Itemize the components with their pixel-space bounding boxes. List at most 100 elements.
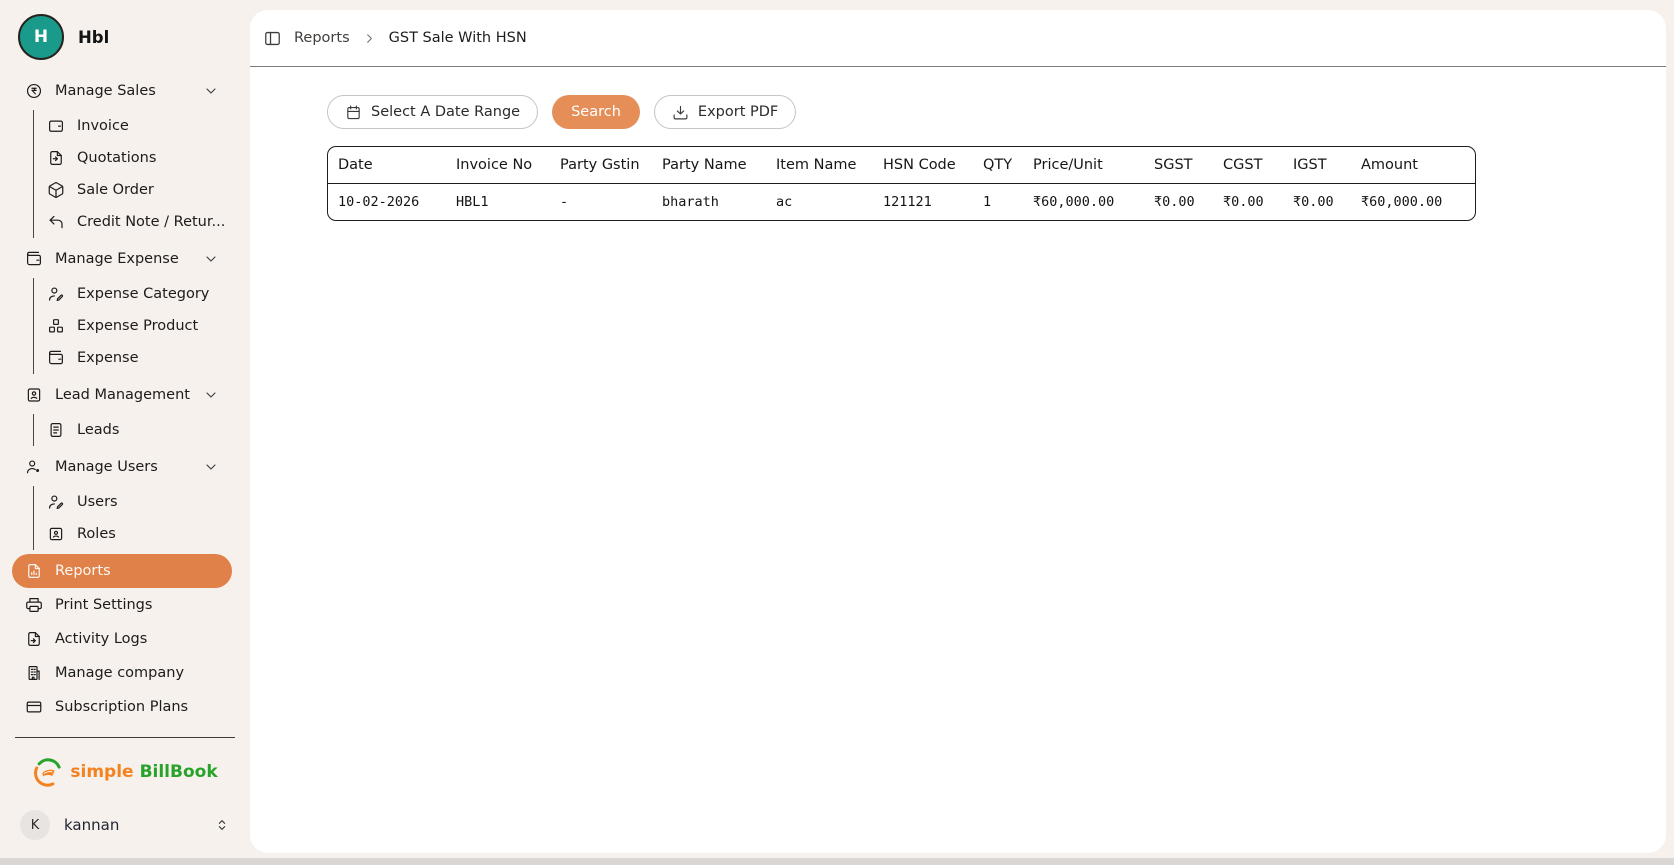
calendar-icon <box>345 104 362 121</box>
sidebar-item-label: Manage Users <box>55 459 158 475</box>
column-header-price-unit: Price/Unit <box>1023 147 1144 184</box>
chevron-down-icon <box>203 459 219 475</box>
cell-invoice-no: HBL1 <box>446 184 550 220</box>
boxes-icon <box>47 317 65 335</box>
breadcrumb-page-title: GST Sale With HSN <box>389 30 527 46</box>
sidebar-item-sale-order[interactable]: Sale Order <box>34 174 232 206</box>
sidebar-item-label: Quotations <box>77 150 156 166</box>
cell-party-name: bharath <box>652 184 766 220</box>
company-avatar[interactable]: H <box>18 14 64 60</box>
breadcrumb-section[interactable]: Reports <box>294 30 350 46</box>
column-header-invoice-no: Invoice No <box>446 147 550 184</box>
window-bottom-edge <box>0 858 1674 865</box>
column-header-igst: IGST <box>1283 147 1351 184</box>
sidebar-item-manage-sales[interactable]: Manage Sales <box>12 74 232 108</box>
credit-card-icon <box>25 698 43 716</box>
printer-icon <box>25 596 43 614</box>
sidebar-item-subscription-plans[interactable]: Subscription Plans <box>12 690 232 724</box>
sidebar-item-expense-category[interactable]: Expense Category <box>34 278 232 310</box>
sidebar-item-manage-expense[interactable]: Manage Expense <box>12 242 232 276</box>
sidebar-item-label: Reports <box>55 563 111 579</box>
cell-sgst: ₹0.00 <box>1144 184 1213 220</box>
sidebar-item-label: Subscription Plans <box>55 699 188 715</box>
lead-management-submenu: Leads <box>33 414 232 446</box>
users-icon <box>25 458 43 476</box>
sidebar-item-label: Manage Expense <box>55 251 179 267</box>
cell-party-gstin: - <box>550 184 652 220</box>
sidebar-item-leads[interactable]: Leads <box>34 414 232 446</box>
sidebar-item-print-settings[interactable]: Print Settings <box>12 588 232 622</box>
sidebar-item-expense-product[interactable]: Expense Product <box>34 310 232 342</box>
sidebar-divider <box>15 737 235 738</box>
export-pdf-button-label: Export PDF <box>698 104 778 120</box>
cell-item-name: ac <box>766 184 873 220</box>
table-header-row: Date Invoice No Party Gstin Party Name I… <box>328 147 1475 184</box>
date-range-button-label: Select A Date Range <box>371 104 520 120</box>
logo-word-billbook: BillBook <box>140 762 218 782</box>
chevron-down-icon <box>203 83 219 99</box>
sidebar-item-label: Credit Note / Retur... <box>77 214 225 230</box>
sidebar-item-label: Expense Product <box>77 318 198 334</box>
sidebar-item-lead-management[interactable]: Lead Management <box>12 378 232 412</box>
sidebar-item-activity-logs[interactable]: Activity Logs <box>12 622 232 656</box>
notebook-icon <box>47 421 65 439</box>
sidebar-item-manage-users[interactable]: Manage Users <box>12 450 232 484</box>
cell-hsn-code: 121121 <box>873 184 973 220</box>
chevron-down-icon <box>203 251 219 267</box>
chevrons-up-down-icon <box>214 817 230 833</box>
cell-price-unit: ₹60,000.00 <box>1023 184 1144 220</box>
invoice-wallet-icon <box>47 117 65 135</box>
cell-cgst: ₹0.00 <box>1213 184 1283 220</box>
sidebar-item-label: Expense <box>77 350 139 366</box>
brand: H Hbl <box>0 14 250 60</box>
user-initial: K <box>31 818 40 833</box>
sidebar-item-invoice[interactable]: Invoice <box>34 110 232 142</box>
manage-users-submenu: Users Roles <box>33 486 232 550</box>
column-header-party-gstin: Party Gstin <box>550 147 652 184</box>
sidebar-item-credit-note[interactable]: Credit Note / Retur... <box>34 206 232 238</box>
simplebillbook-logo-icon <box>32 756 64 788</box>
return-arrow-icon <box>47 213 65 231</box>
simplebillbook-logo: simpleBillBook <box>0 756 250 788</box>
sidebar-item-label: Sale Order <box>77 182 154 198</box>
column-header-amount: Amount <box>1351 147 1475 184</box>
search-button[interactable]: Search <box>552 95 640 129</box>
column-header-hsn-code: HSN Code <box>873 147 973 184</box>
column-header-item-name: Item Name <box>766 147 873 184</box>
sidebar-item-expense[interactable]: Expense <box>34 342 232 374</box>
package-icon <box>47 181 65 199</box>
sidebar-item-label: Users <box>77 494 118 510</box>
chevron-down-icon <box>203 387 219 403</box>
quotation-file-icon <box>47 149 65 167</box>
main-content-card: Reports GST Sale With HSN Select A Date … <box>250 10 1666 853</box>
manage-sales-submenu: Invoice Quotations Sale Order Credit Not… <box>33 110 232 238</box>
column-header-cgst: CGST <box>1213 147 1283 184</box>
wallet-icon <box>25 250 43 268</box>
sidebar-item-quotations[interactable]: Quotations <box>34 142 232 174</box>
manage-expense-submenu: Expense Category Expense Product Expense <box>33 278 232 374</box>
sidebar-item-manage-company[interactable]: Manage company <box>12 656 232 690</box>
sidebar-nav: Manage Sales Invoice Quotations Sale Ord… <box>0 74 250 724</box>
table-row: 10-02-2026 HBL1 - bharath ac 121121 1 ₹6… <box>328 184 1475 220</box>
date-range-button[interactable]: Select A Date Range <box>327 95 538 129</box>
id-card-icon <box>47 525 65 543</box>
sidebar-item-users[interactable]: Users <box>34 486 232 518</box>
user-menu[interactable]: K kannan <box>0 810 250 842</box>
search-button-label: Search <box>571 104 621 120</box>
sidebar-item-label: Roles <box>77 526 116 542</box>
user-pen-icon <box>47 493 65 511</box>
report-file-icon <box>25 562 43 580</box>
breadcrumb: Reports GST Sale With HSN <box>250 10 1666 67</box>
company-initial: H <box>34 27 48 47</box>
brand-name: Hbl <box>78 28 109 47</box>
chevron-right-icon <box>362 31 377 46</box>
export-pdf-button[interactable]: Export PDF <box>654 95 796 129</box>
sidebar-item-label: Manage Sales <box>55 83 156 99</box>
cell-qty: 1 <box>973 184 1023 220</box>
sidebar-item-roles[interactable]: Roles <box>34 518 232 550</box>
panel-left-icon[interactable] <box>263 29 282 48</box>
report-toolbar: Select A Date Range Search Export PDF <box>327 95 1666 129</box>
cell-amount: ₹60,000.00 <box>1351 184 1475 220</box>
rupee-coin-icon <box>25 82 43 100</box>
sidebar-item-reports[interactable]: Reports <box>12 554 232 588</box>
